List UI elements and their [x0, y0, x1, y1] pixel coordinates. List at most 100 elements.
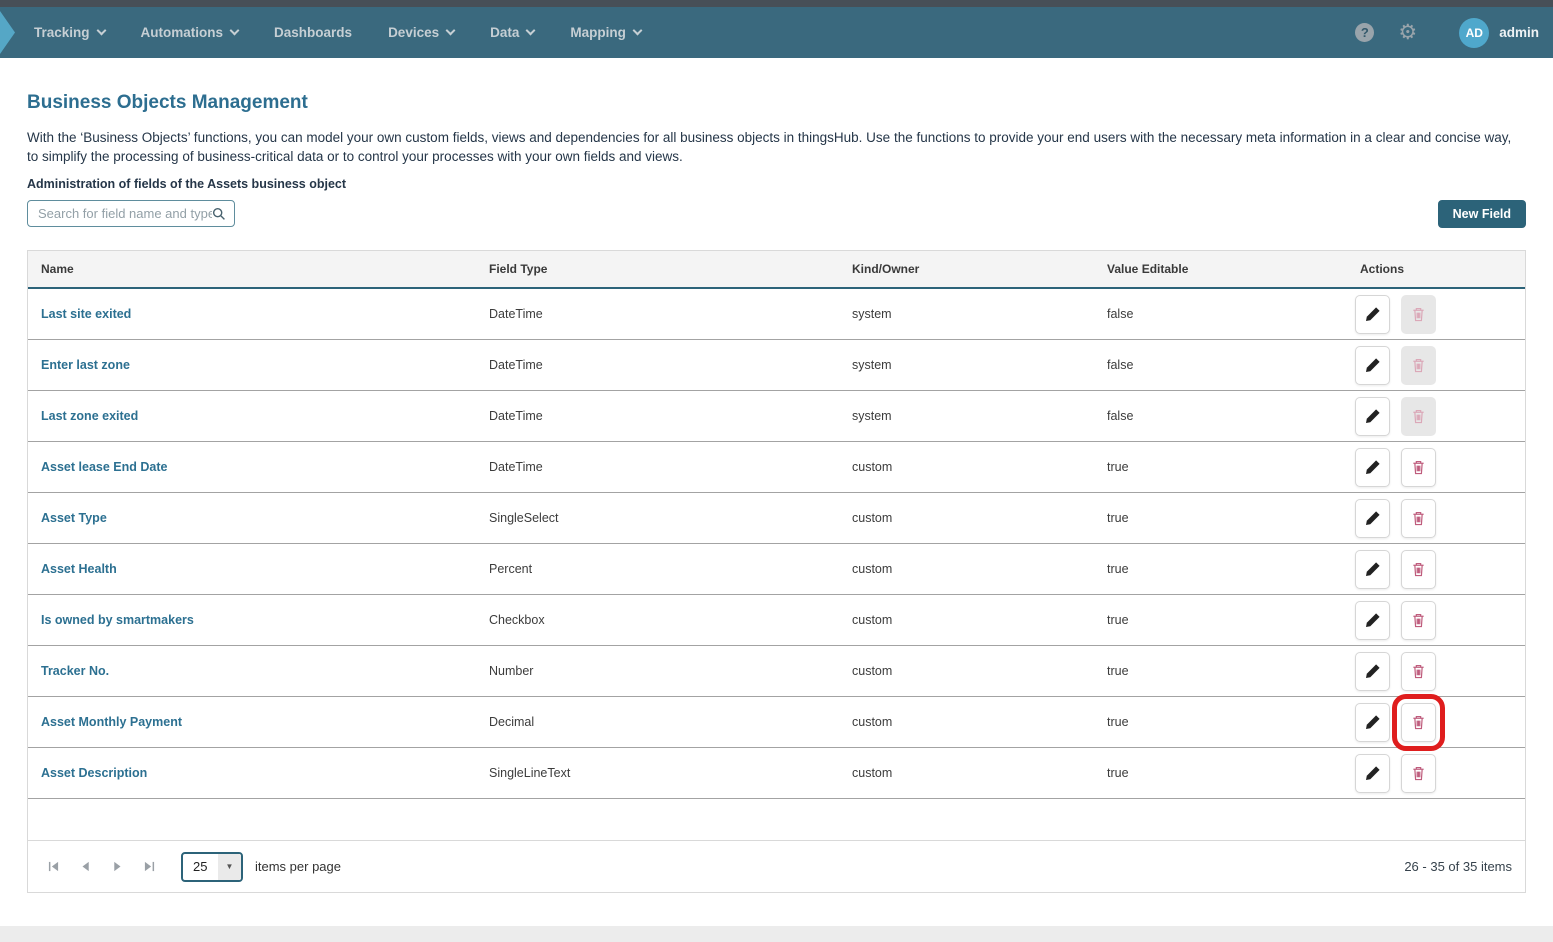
edit-button[interactable]	[1355, 499, 1390, 538]
page-description: With the ‘Business Objects’ functions, y…	[27, 128, 1526, 166]
field-type-cell: Number	[476, 664, 839, 678]
edit-button[interactable]	[1355, 550, 1390, 589]
new-field-button[interactable]: New Field	[1438, 200, 1526, 228]
delete-button[interactable]	[1401, 754, 1436, 793]
nav-item-devices[interactable]: Devices	[388, 25, 454, 40]
field-type-cell: Percent	[476, 562, 839, 576]
delete-button[interactable]	[1401, 448, 1436, 487]
nav-item-label: Tracking	[34, 25, 90, 40]
last-page-button[interactable]	[137, 855, 161, 879]
field-name-link[interactable]: Asset Type	[28, 511, 476, 525]
nav-item-label: Data	[490, 25, 519, 40]
table-body: Last site exitedDateTimesystemfalseEnter…	[28, 289, 1525, 799]
toolbar: New Field	[27, 200, 1526, 228]
field-name-link[interactable]: Asset Monthly Payment	[28, 715, 476, 729]
actions-cell	[1347, 601, 1525, 640]
table-row: Enter last zoneDateTimesystemfalse	[28, 340, 1525, 391]
column-header[interactable]: Field Type	[476, 262, 839, 276]
field-name-link[interactable]: Asset Health	[28, 562, 476, 576]
username-label[interactable]: admin	[1499, 25, 1539, 40]
avatar[interactable]: AD	[1459, 18, 1489, 48]
nav-item-tracking[interactable]: Tracking	[34, 25, 105, 40]
field-name-link[interactable]: Tracker No.	[28, 664, 476, 678]
nav-item-mapping[interactable]: Mapping	[570, 25, 641, 40]
nav-item-label: Dashboards	[274, 25, 352, 40]
previous-page-button[interactable]	[73, 855, 97, 879]
field-name-link[interactable]: Is owned by smartmakers	[28, 613, 476, 627]
table-row: Asset HealthPercentcustomtrue	[28, 544, 1525, 595]
items-per-page-select[interactable]: 25 ▼	[181, 852, 243, 882]
main-navbar: Tracking Automations Dashboards Devices Data…	[0, 7, 1553, 58]
field-name-link[interactable]: Enter last zone	[28, 358, 476, 372]
value-editable-cell: true	[1094, 664, 1347, 678]
kind-owner-cell: custom	[839, 766, 1094, 780]
column-header[interactable]: Actions	[1347, 262, 1525, 276]
column-header[interactable]: Kind/Owner	[839, 262, 1094, 276]
edit-button[interactable]	[1355, 346, 1390, 385]
field-type-cell: DateTime	[476, 409, 839, 423]
search-box	[27, 200, 235, 227]
kind-owner-cell: custom	[839, 613, 1094, 627]
table-header-row: NameField TypeKind/OwnerValue EditableAc…	[28, 251, 1525, 289]
edit-button[interactable]	[1355, 601, 1390, 640]
nav-item-data[interactable]: Data	[490, 25, 534, 40]
next-page-button[interactable]	[105, 855, 129, 879]
field-name-link[interactable]: Asset Description	[28, 766, 476, 780]
nav-item-label: Automations	[141, 25, 224, 40]
chevron-down-icon	[526, 26, 536, 36]
actions-cell	[1347, 346, 1525, 385]
actions-cell	[1347, 499, 1525, 538]
field-name-link[interactable]: Last site exited	[28, 307, 476, 321]
nav-item-dashboards[interactable]: Dashboards	[274, 25, 352, 40]
empty-row	[28, 799, 1525, 841]
kind-owner-cell: custom	[839, 664, 1094, 678]
actions-cell	[1347, 295, 1525, 334]
table-row: Asset DescriptionSingleLineTextcustomtru…	[28, 748, 1525, 799]
field-type-cell: DateTime	[476, 460, 839, 474]
chevron-down-icon	[632, 26, 642, 36]
edit-button[interactable]	[1355, 703, 1390, 742]
edit-button[interactable]	[1355, 652, 1390, 691]
field-name-link[interactable]: Last zone exited	[28, 409, 476, 423]
edit-button[interactable]	[1355, 448, 1390, 487]
value-editable-cell: true	[1094, 460, 1347, 474]
gear-icon[interactable]: ⚙	[1398, 22, 1417, 43]
actions-cell	[1347, 397, 1525, 436]
actions-cell	[1347, 652, 1525, 691]
value-editable-cell: true	[1094, 613, 1347, 627]
delete-button[interactable]	[1401, 601, 1436, 640]
nav-item-label: Mapping	[570, 25, 626, 40]
edit-button[interactable]	[1355, 397, 1390, 436]
delete-button[interactable]	[1401, 550, 1436, 589]
delete-button	[1401, 295, 1436, 334]
table-row: Asset lease End DateDateTimecustomtrue	[28, 442, 1525, 493]
chevron-down-icon	[96, 26, 106, 36]
edit-button[interactable]	[1355, 754, 1390, 793]
main-content: Business Objects Management With the ‘Bu…	[0, 58, 1553, 926]
search-icon[interactable]	[212, 207, 226, 221]
items-per-page-label: items per page	[255, 859, 341, 874]
value-editable-cell: true	[1094, 766, 1347, 780]
value-editable-cell: true	[1094, 562, 1347, 576]
field-type-cell: DateTime	[476, 358, 839, 372]
chevron-down-icon	[230, 26, 240, 36]
value-editable-cell: false	[1094, 307, 1347, 321]
first-page-button[interactable]	[41, 855, 65, 879]
delete-button[interactable]	[1401, 652, 1436, 691]
nav-item-automations[interactable]: Automations	[141, 25, 239, 40]
delete-button-highlighted[interactable]	[1401, 703, 1436, 742]
kind-owner-cell: system	[839, 409, 1094, 423]
delete-button[interactable]	[1401, 499, 1436, 538]
field-name-link[interactable]: Asset lease End Date	[28, 460, 476, 474]
edit-button[interactable]	[1355, 295, 1390, 334]
table-row: Asset Monthly PaymentDecimalcustomtrue	[28, 697, 1525, 748]
section-subheading: Administration of fields of the Assets b…	[27, 177, 1526, 191]
value-editable-cell: true	[1094, 511, 1347, 525]
page-range-label: 26 - 35 of 35 items	[1404, 859, 1512, 874]
help-icon[interactable]: ?	[1355, 23, 1374, 42]
field-type-cell: Checkbox	[476, 613, 839, 627]
column-header[interactable]: Value Editable	[1094, 262, 1347, 276]
kind-owner-cell: system	[839, 358, 1094, 372]
column-header[interactable]: Name	[28, 262, 476, 276]
search-input[interactable]	[38, 206, 212, 221]
